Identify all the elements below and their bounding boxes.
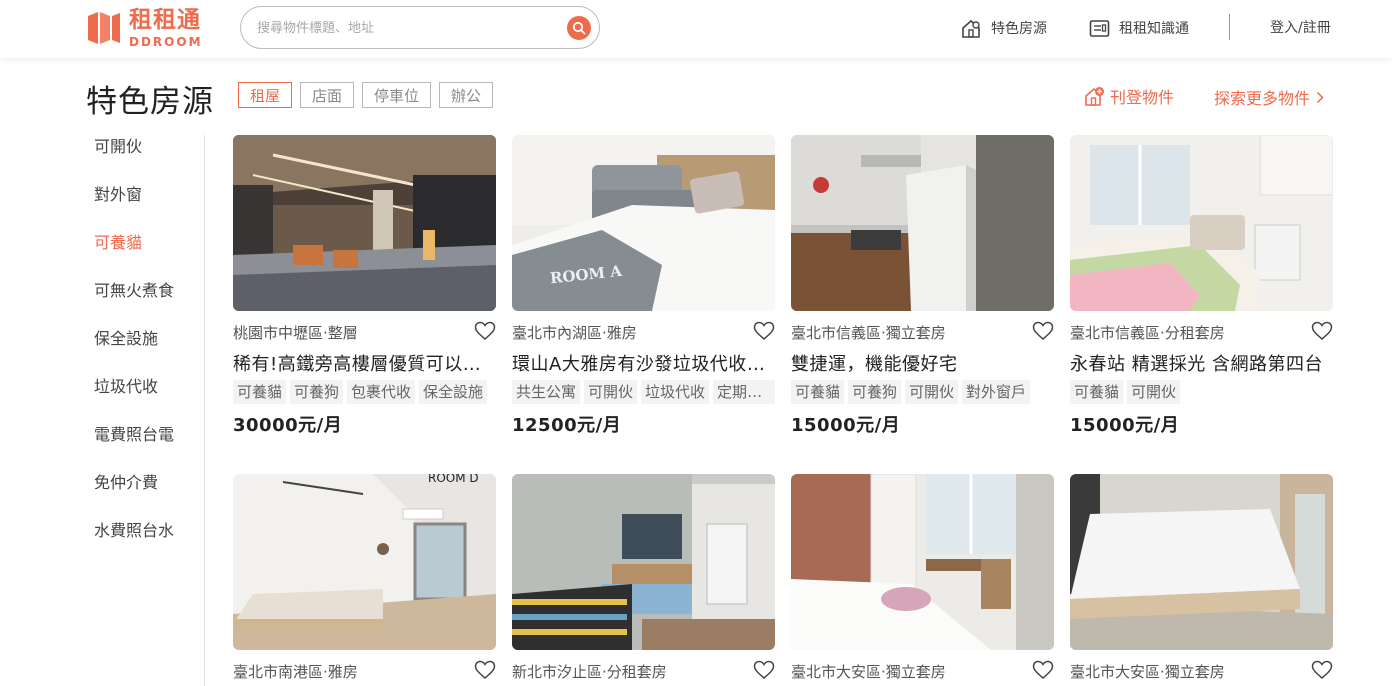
heart-icon[interactable] — [474, 321, 496, 341]
listing-photo[interactable] — [512, 474, 775, 650]
nav-knowledge-label: 租租知識通 — [1119, 21, 1189, 37]
heart-icon[interactable] — [1311, 321, 1333, 341]
listing-tag: 可養狗 — [290, 380, 344, 404]
listing-title: 永春站 精選採光 含網路第四台 — [1070, 354, 1323, 375]
house-icon — [962, 19, 980, 38]
sidebar-item-no-agent-fee[interactable]: 免仲介費 — [94, 474, 204, 522]
listing-card[interactable]: 桃園市中壢區·整層 稀有!高鐵旁高樓層優質可以寵物 可養貓 可養狗 包裹代收 保… — [233, 135, 496, 436]
listing-card[interactable]: 臺北市信義區·分租套房 永春站 精選採光 含網路第四台 可養貓 可開伙 1500… — [1070, 135, 1333, 436]
listing-tags: 可養貓 可養狗 可開伙 對外窗戶 — [791, 380, 1054, 406]
sidebar-item-water[interactable]: 水費照台水 — [94, 522, 204, 570]
listing-location: 桃園市中壢區·整層 — [233, 324, 358, 342]
listing-tag: 可開伙 — [905, 380, 959, 404]
tab-shop[interactable]: 店面 — [300, 82, 355, 108]
sidebar-item-flameless[interactable]: 可無火煮食 — [94, 282, 204, 330]
sidebar-item-cats[interactable]: 可養貓 — [94, 234, 204, 282]
listing-title: 環山A大雅房有沙發垃圾代收可養寵物 — [512, 354, 775, 375]
listing-tag: 垃圾代收 — [641, 380, 710, 404]
sidebar-item-garbage[interactable]: 垃圾代收 — [94, 378, 204, 426]
listing-tag: 可開伙 — [1127, 380, 1181, 404]
listing-title: 稀有!高鐵旁高樓層優質可以寵物 — [233, 354, 496, 375]
heart-icon[interactable] — [474, 660, 496, 680]
chevron-right-icon — [1316, 91, 1324, 103]
listing-location: 臺北市大安區·獨立套房 — [791, 663, 946, 681]
listing-tag: 定期清潔 — [713, 380, 775, 404]
listing-photo[interactable] — [1070, 474, 1333, 650]
listing-location: 臺北市信義區·分租套房 — [1070, 324, 1225, 342]
listing-photo[interactable] — [233, 135, 496, 311]
listing-price: 30000元/月 — [233, 415, 343, 436]
listing-tag: 共生公寓 — [512, 380, 581, 404]
top-header: 租租通 DDROOM 特色房源 租租知識通 登入/註冊 — [0, 0, 1392, 58]
listing-tag: 可養貓 — [233, 380, 287, 404]
listing-photo[interactable]: ROOM A — [512, 135, 775, 311]
heart-icon[interactable] — [1032, 321, 1054, 341]
listing-tag: 保全設施 — [419, 380, 488, 404]
search-input[interactable] — [257, 16, 547, 40]
sidebar-item-electricity[interactable]: 電費照台電 — [94, 426, 204, 474]
listing-price: 15000元/月 — [1070, 415, 1180, 436]
nav-divider — [1229, 14, 1230, 40]
publish-listing-button[interactable]: 刊登物件 — [1084, 84, 1174, 108]
heart-icon[interactable] — [753, 660, 775, 680]
sidebar-item-security[interactable]: 保全設施 — [94, 330, 204, 378]
nav-featured-label: 特色房源 — [991, 21, 1047, 37]
nav-knowledge[interactable]: 租租知識通 — [1089, 16, 1189, 40]
listing-tag: 對外窗戶 — [962, 380, 1031, 404]
publish-label: 刊登物件 — [1110, 88, 1175, 107]
sidebar-item-window[interactable]: 對外窗 — [94, 186, 204, 234]
page-title: 特色房源 — [86, 84, 214, 120]
listing-price: 15000元/月 — [791, 415, 901, 436]
sidebar-divider — [204, 135, 205, 686]
listing-location: 新北市汐止區·分租套房 — [512, 663, 667, 681]
listing-location: 臺北市信義區·獨立套房 — [791, 324, 946, 342]
listing-tags: 可養貓 可養狗 包裹代收 保全設施 — [233, 380, 496, 406]
listing-tag: 可養狗 — [848, 380, 902, 404]
feature-filter-sidebar: 可開伙 對外窗 可養貓 可無火煮食 保全設施 垃圾代收 電費照台電 免仲介費 水… — [94, 138, 204, 570]
tab-parking[interactable]: 停車位 — [362, 82, 432, 108]
listing-tags: 共生公寓 可開伙 垃圾代收 定期清潔 — [512, 380, 775, 406]
listing-location: 臺北市南港區·雅房 — [233, 663, 358, 681]
listing-photo[interactable]: ROOM D — [233, 474, 496, 650]
sidebar-item-cooking[interactable]: 可開伙 — [94, 138, 204, 186]
search-button[interactable] — [567, 16, 591, 40]
heart-icon[interactable] — [1311, 660, 1333, 680]
svg-text:ROOM D: ROOM D — [428, 474, 479, 485]
listing-photo[interactable] — [791, 135, 1054, 311]
listing-photo[interactable] — [1070, 135, 1333, 311]
heart-icon[interactable] — [1032, 660, 1054, 680]
listing-tags: 可養貓 可開伙 — [1070, 380, 1333, 406]
nav-featured[interactable]: 特色房源 — [961, 16, 1047, 40]
listing-card[interactable]: ROOM D 臺北市南港區·雅房 — [233, 474, 496, 681]
listing-title: 雙捷運，機能優好宅 — [791, 354, 958, 375]
listing-card[interactable]: 臺北市大安區·獨立套房 — [1070, 474, 1333, 681]
listing-price: 12500元/月 — [512, 415, 622, 436]
logo-subname: DDROOM — [129, 34, 203, 49]
logo-icon — [88, 12, 120, 44]
news-icon — [1089, 19, 1110, 37]
listing-location: 臺北市大安區·獨立套房 — [1070, 663, 1225, 681]
listing-card[interactable]: 臺北市大安區·獨立套房 — [791, 474, 1054, 681]
tab-office[interactable]: 辦公 — [439, 82, 494, 108]
listing-tag: 包裹代收 — [347, 380, 416, 404]
explore-more-link[interactable]: 探索更多物件 — [1214, 85, 1324, 109]
listing-location: 臺北市內湖區·雅房 — [512, 324, 637, 342]
ddroom-logo[interactable]: 租租通 DDROOM — [86, 8, 203, 48]
heart-icon[interactable] — [753, 321, 775, 341]
category-tabs: 租屋 店面 停車位 辦公 — [238, 82, 494, 108]
search-bar — [240, 6, 600, 49]
listing-tag: 可養貓 — [791, 380, 845, 404]
listing-card[interactable]: 臺北市信義區·獨立套房 雙捷運，機能優好宅 可養貓 可養狗 可開伙 對外窗戶 1… — [791, 135, 1054, 436]
login-link[interactable]: 登入/註冊 — [1270, 17, 1331, 37]
listing-tag: 可養貓 — [1070, 380, 1124, 404]
listing-tag: 可開伙 — [584, 380, 638, 404]
explore-label: 探索更多物件 — [1214, 89, 1311, 108]
listing-card[interactable]: ROOM A 臺北市內湖區·雅房 環山A大雅房有沙發垃圾代收可養寵物 共生公寓 … — [512, 135, 775, 436]
logo-name: 租租通 — [129, 6, 201, 33]
house-plus-icon — [1085, 86, 1104, 106]
tab-rent[interactable]: 租屋 — [238, 82, 293, 108]
listing-card[interactable]: 新北市汐止區·分租套房 — [512, 474, 775, 681]
search-icon — [572, 21, 586, 35]
listing-photo[interactable] — [791, 474, 1054, 650]
